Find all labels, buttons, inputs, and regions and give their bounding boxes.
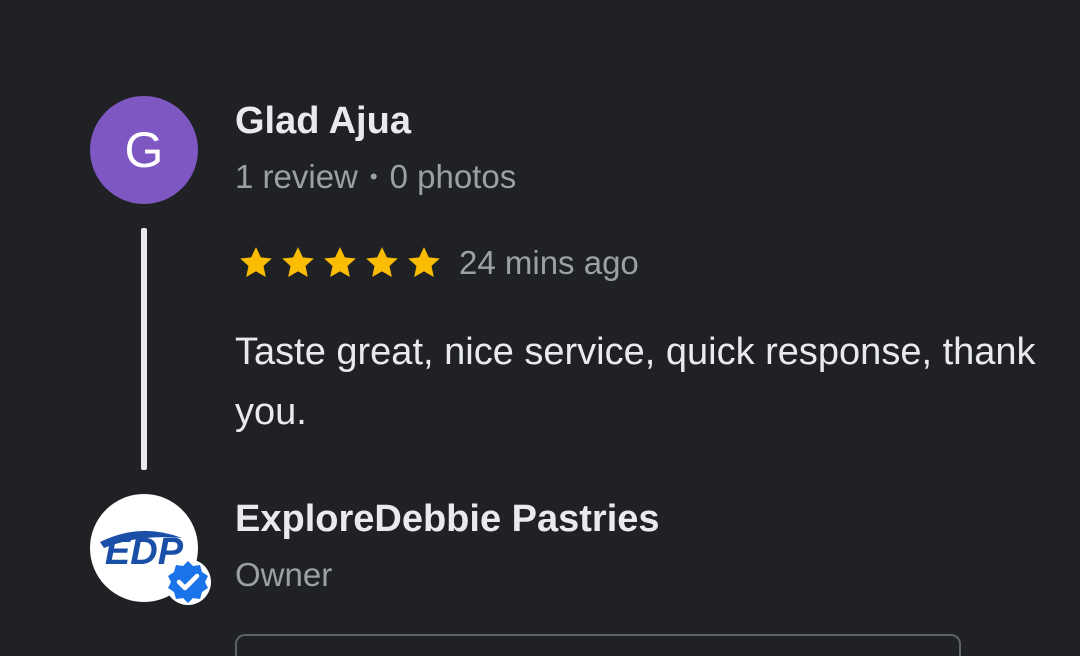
reviewer-initial: G xyxy=(124,122,164,178)
review-text: Taste great, nice service, quick respons… xyxy=(235,331,1036,433)
owner-name[interactable]: ExploreDebbie Pastries xyxy=(235,498,660,541)
star-icon xyxy=(366,247,398,277)
review-time: 24 mins ago xyxy=(459,244,639,281)
star-icon xyxy=(324,247,356,277)
verified-badge-icon xyxy=(165,559,211,605)
reply-box xyxy=(235,634,961,656)
star-icon xyxy=(240,247,272,277)
rating-row: 24 mins ago xyxy=(235,243,639,283)
review-count: 1 review xyxy=(235,158,358,195)
star-icon xyxy=(408,247,440,277)
star-rating xyxy=(235,243,445,283)
meta-separator: • xyxy=(369,164,378,189)
reviewer-meta: 1 review • 0 photos xyxy=(235,158,516,196)
reply-thread-line xyxy=(141,228,147,470)
owner-role: Owner xyxy=(235,556,333,593)
reviewer-name[interactable]: Glad Ajua xyxy=(235,100,411,143)
photo-count: 0 photos xyxy=(389,158,517,195)
reviewer-avatar[interactable]: G xyxy=(90,96,198,204)
star-icon xyxy=(282,247,314,277)
